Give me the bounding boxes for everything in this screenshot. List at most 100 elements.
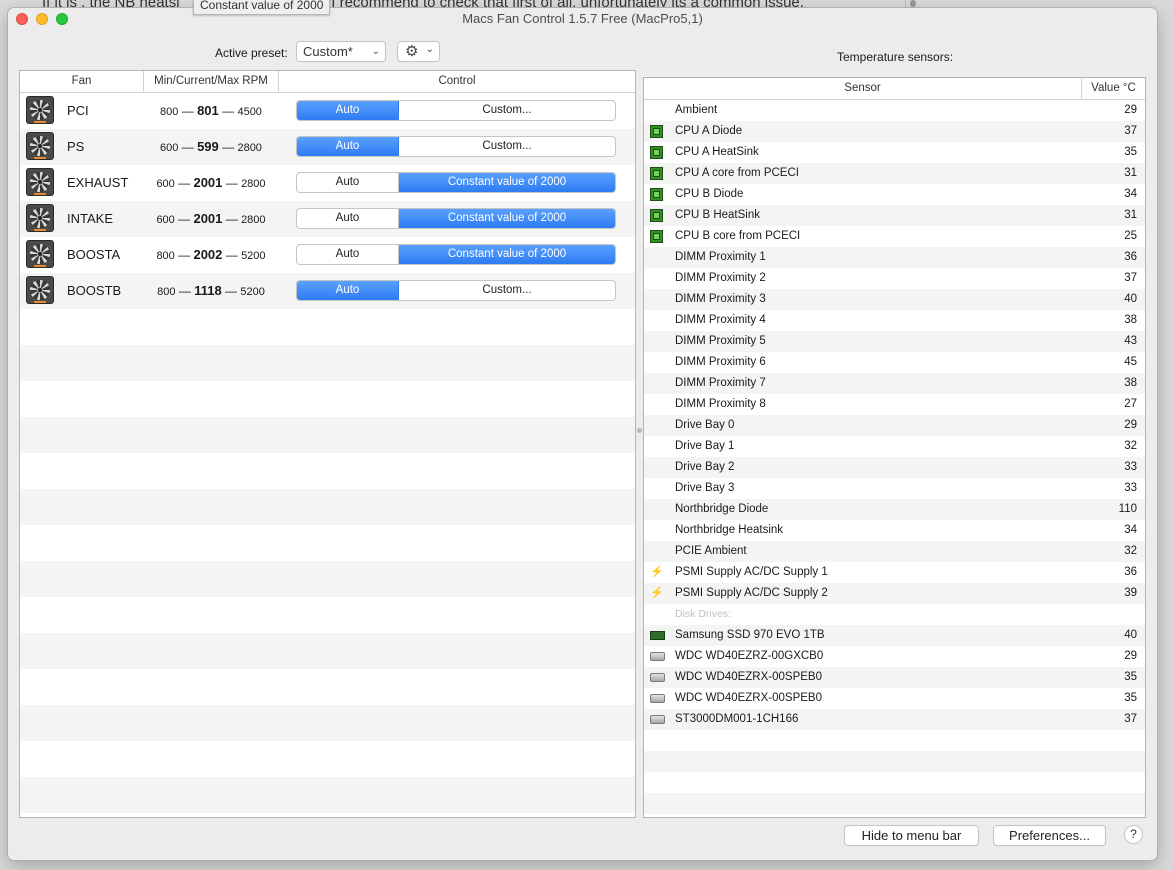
sensor-row[interactable]: CPU A Diode 37 (644, 121, 1145, 142)
fan-icon-base (34, 265, 46, 267)
sensor-row[interactable]: ⚡ PSMI Supply AC/DC Supply 2 39 (644, 583, 1145, 604)
sensor-row[interactable]: Drive Bay 0 29 (644, 415, 1145, 436)
rpm-separator: — (175, 284, 195, 298)
custom-button[interactable]: Custom... (399, 281, 615, 300)
sensor-empty-row (644, 793, 1145, 814)
zoom-button[interactable] (56, 13, 68, 25)
cpu-chip-icon (650, 167, 663, 180)
sensor-row[interactable]: WDC WD40EZRX-00SPEB0 35 (644, 688, 1145, 709)
sensor-empty-row (644, 814, 1145, 817)
sensor-row[interactable]: Northbridge Heatsink 34 (644, 520, 1145, 541)
custom-button[interactable]: Constant value of 2000 (399, 173, 615, 192)
sensor-row[interactable]: DIMM Proximity 2 37 (644, 268, 1145, 289)
close-button[interactable] (16, 13, 28, 25)
help-button[interactable]: ? (1124, 825, 1143, 844)
hide-to-menu-bar-button[interactable]: Hide to menu bar (844, 825, 979, 846)
fan-rpm-max: 2800 (241, 214, 266, 226)
fan-icon-base (34, 193, 46, 195)
fan-rpm-min: 600 (156, 214, 175, 226)
sensor-name: WDC WD40EZRX-00SPEB0 (675, 692, 822, 704)
sensor-value: 39 (1124, 587, 1137, 599)
active-preset-label: Active preset: (215, 46, 288, 60)
sensor-name: PSMI Supply AC/DC Supply 1 (675, 566, 828, 578)
title-bar: Macs Fan Control 1.5.7 Free (MacPro5,1) (8, 8, 1157, 30)
sensor-row[interactable]: WDC WD40EZRX-00SPEB0 35 (644, 667, 1145, 688)
fan-rpm: 600 — 2001 — 2800 (144, 165, 278, 202)
fan-control-segmented: Auto Custom... (296, 136, 616, 157)
fan-control-segmented: Auto Constant value of 2000 (296, 244, 616, 265)
sensor-value: 27 (1124, 398, 1137, 410)
sensor-row[interactable]: CPU A HeatSink 35 (644, 142, 1145, 163)
fan-rpm-min: 600 (160, 142, 179, 154)
rpm-separator: — (178, 140, 198, 154)
fan-control-segmented: Auto Custom... (296, 100, 616, 121)
sensor-row[interactable]: WDC WD40EZRZ-00GXCB0 29 (644, 646, 1145, 667)
fan-icon (26, 204, 54, 232)
column-header-rpm[interactable]: Min/Current/Max RPM (144, 71, 279, 92)
sensor-row[interactable]: Drive Bay 1 32 (644, 436, 1145, 457)
sensor-empty-row (644, 730, 1145, 751)
auto-button[interactable]: Auto (297, 173, 399, 192)
sensor-row[interactable]: PCIE Ambient 32 (644, 541, 1145, 562)
sensor-row[interactable]: Drive Bay 3 33 (644, 478, 1145, 499)
column-header-control[interactable]: Control (279, 71, 635, 92)
auto-button[interactable]: Auto (297, 281, 399, 300)
fan-row: INTAKE 600 — 2001 — 2800 Auto Constant valu… (20, 201, 635, 237)
sensor-row[interactable]: DIMM Proximity 1 36 (644, 247, 1145, 268)
sensor-name: DIMM Proximity 8 (675, 398, 766, 410)
custom-button[interactable]: Custom... (399, 101, 615, 120)
sensor-name: DIMM Proximity 7 (675, 377, 766, 389)
sensor-row[interactable]: Samsung SSD 970 EVO 1TB 40 (644, 625, 1145, 646)
sensor-name: CPU B Diode (675, 188, 744, 200)
temperature-sensors-title: Temperature sensors: (837, 50, 954, 64)
column-header-value[interactable]: Value °C (1082, 78, 1145, 99)
sensor-empty-row (644, 772, 1145, 793)
gear-icon: ⚙ (405, 43, 419, 60)
auto-button[interactable]: Auto (297, 245, 399, 264)
sensor-row[interactable]: Drive Bay 2 33 (644, 457, 1145, 478)
sensor-row[interactable]: ST3000DM001-1CH166 37 (644, 709, 1145, 730)
fan-icon (26, 240, 54, 268)
sensor-value: 110 (1118, 503, 1137, 515)
auto-button[interactable]: Auto (297, 209, 399, 228)
custom-button[interactable]: Constant value of 2000 (399, 245, 615, 264)
sensor-value: 31 (1124, 209, 1137, 221)
sensor-row[interactable]: CPU B core from PCECI 25 (644, 226, 1145, 247)
background-scrollbar (905, 0, 920, 8)
auto-button[interactable]: Auto (297, 101, 399, 120)
minimize-button[interactable] (36, 13, 48, 25)
fan-table-header: Fan Min/Current/Max RPM Control (20, 71, 635, 93)
sensor-row[interactable]: CPU A core from PCECI 31 (644, 163, 1145, 184)
preset-settings-button[interactable]: ⚙ ⌄ (397, 41, 440, 62)
custom-button[interactable]: Custom... (399, 137, 615, 156)
auto-button[interactable]: Auto (297, 137, 399, 156)
fan-rpm-min: 800 (156, 250, 175, 262)
sensor-row[interactable]: Ambient 29 (644, 100, 1145, 121)
sensor-row[interactable]: CPU B HeatSink 31 (644, 205, 1145, 226)
column-header-sensor[interactable]: Sensor (644, 78, 1082, 99)
sensor-row[interactable]: DIMM Proximity 4 38 (644, 310, 1145, 331)
power-bolt-icon: ⚡ (650, 566, 664, 578)
disk-drives-group-row: Disk Drives: (644, 604, 1145, 625)
sensor-row[interactable]: CPU B Diode 34 (644, 184, 1145, 205)
sensor-row[interactable]: ⚡ PSMI Supply AC/DC Supply 1 36 (644, 562, 1145, 583)
column-header-fan[interactable]: Fan (20, 71, 144, 92)
sensor-row[interactable]: DIMM Proximity 3 40 (644, 289, 1145, 310)
sensor-name: Drive Bay 2 (675, 461, 735, 473)
custom-button[interactable]: Constant value of 2000 (399, 209, 615, 228)
sensor-name: DIMM Proximity 1 (675, 251, 766, 263)
sensor-row[interactable]: DIMM Proximity 7 38 (644, 373, 1145, 394)
disk-drives-group-label: Disk Drives: (675, 608, 732, 620)
split-view-divider[interactable] (637, 428, 642, 433)
rpm-separator: — (222, 176, 242, 190)
fan-table: Fan Min/Current/Max RPM Control PCI 800 —… (19, 70, 636, 818)
sensor-value: 36 (1124, 251, 1137, 263)
preferences-button[interactable]: Preferences... (993, 825, 1106, 846)
sensor-row[interactable]: Northbridge Diode 110 (644, 499, 1145, 520)
power-bolt-icon: ⚡ (650, 587, 664, 599)
sensor-row[interactable]: DIMM Proximity 5 43 (644, 331, 1145, 352)
sensor-row[interactable]: DIMM Proximity 8 27 (644, 394, 1145, 415)
sensor-row[interactable]: DIMM Proximity 6 45 (644, 352, 1145, 373)
preset-dropdown[interactable]: Custom* ⌄ (296, 41, 386, 62)
sensor-name: Northbridge Diode (675, 503, 769, 515)
